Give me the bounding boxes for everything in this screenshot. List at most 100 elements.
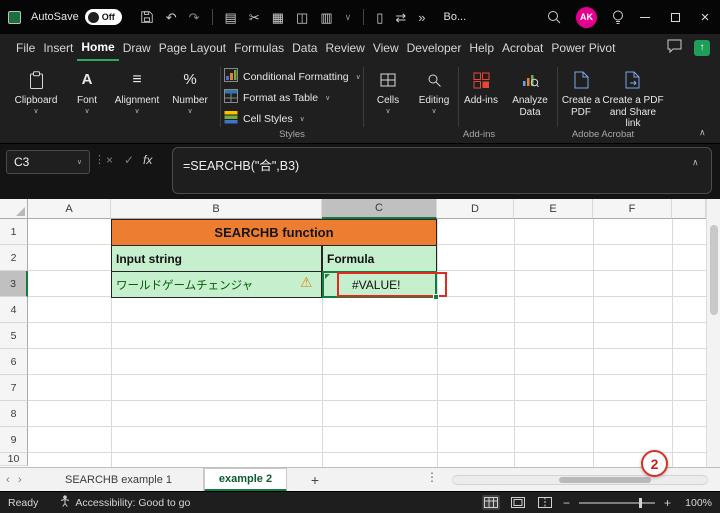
alignment-button[interactable]: ≡ Alignment ∨ <box>110 65 164 131</box>
column-header-F[interactable]: F <box>593 199 672 219</box>
sheet-tab-1[interactable]: SEARCHB example 1 <box>34 468 204 492</box>
cut-icon[interactable]: ✂ <box>249 11 260 24</box>
row-header-3[interactable]: 3 <box>0 271 28 297</box>
chevron-down-icon[interactable]: ∨ <box>345 12 352 22</box>
zoom-slider-thumb[interactable] <box>638 497 642 508</box>
create-pdf-button[interactable]: Create a PDF <box>559 65 603 131</box>
normal-view-button[interactable] <box>481 495 500 510</box>
accessibility-status[interactable]: Accessibility: Good to go <box>60 495 190 510</box>
minimize-button[interactable] <box>630 0 660 34</box>
sheet-nav-left-icon[interactable]: ‹ <box>6 468 10 492</box>
menu-power-pivot[interactable]: Power Pivot <box>547 34 619 61</box>
column-header-D[interactable]: D <box>437 199 514 219</box>
clipboard-button[interactable]: Clipboard ∨ <box>8 65 64 131</box>
row-header-10[interactable]: 10 <box>0 453 28 466</box>
column-header-B[interactable]: B <box>111 199 322 219</box>
number-button[interactable]: % Number ∨ <box>164 65 216 131</box>
menu-acrobat[interactable]: Acrobat <box>498 34 547 61</box>
zoom-out-button[interactable]: − <box>563 496 570 510</box>
enter-check-icon[interactable]: ✓ <box>124 153 134 167</box>
menu-developer[interactable]: Developer <box>403 34 466 61</box>
select-all-corner[interactable] <box>0 199 28 219</box>
add-sheet-button[interactable]: + <box>303 468 327 492</box>
cell-B3[interactable]: ワールドゲームチェンジャ <box>111 271 322 298</box>
row-header-7[interactable]: 7 <box>0 375 28 401</box>
image-icon[interactable]: ▦ <box>272 11 284 24</box>
cells-button[interactable]: Cells ∨ <box>366 65 410 131</box>
menu-file[interactable]: File <box>12 34 39 61</box>
zoom-in-button[interactable]: + <box>664 496 671 510</box>
menu-data[interactable]: Data <box>288 34 321 61</box>
menu-formulas[interactable]: Formulas <box>230 34 288 61</box>
overflow-chevron-icon[interactable]: » <box>418 11 425 24</box>
comment-icon[interactable] <box>667 39 682 56</box>
analyze-data-button[interactable]: Analyze Data <box>503 65 557 131</box>
cell-styles-button[interactable]: Cell Styles ∨ <box>224 108 362 129</box>
row-header-9[interactable]: 9 <box>0 427 28 453</box>
create-pdf-share-button[interactable]: Create a PDF and Share link <box>602 65 664 131</box>
vertical-scrollbar[interactable] <box>706 199 720 467</box>
error-warning-icon[interactable]: ⚠ <box>300 275 313 289</box>
tab-overflow-dots-icon[interactable]: ⋮ <box>426 470 438 484</box>
autosave-toggle[interactable]: Off <box>84 9 122 25</box>
switch-windows-icon[interactable]: ⇄ <box>395 11 406 24</box>
sheet-nav-right-icon[interactable]: › <box>18 468 22 492</box>
insert-function-button[interactable]: fx <box>143 153 152 167</box>
row-header-4[interactable]: 4 <box>0 297 28 323</box>
format-as-table-button[interactable]: Format as Table ∨ <box>224 87 362 108</box>
menu-draw[interactable]: Draw <box>119 34 155 61</box>
row-header-8[interactable]: 8 <box>0 401 28 427</box>
maximize-button[interactable] <box>660 0 690 34</box>
row-header-1[interactable]: 1 <box>0 219 28 245</box>
paste-icon[interactable]: ◫ <box>296 11 308 24</box>
column-header-C[interactable]: C <box>322 199 437 219</box>
cell-B2[interactable]: Input string <box>111 245 322 272</box>
document-title[interactable]: Bo... <box>444 11 467 23</box>
menu-page-layout[interactable]: Page Layout <box>155 34 230 61</box>
row-header-2[interactable]: 2 <box>0 245 28 271</box>
zoom-slider[interactable] <box>578 497 655 508</box>
sheet-tab-2-active[interactable]: example 2 <box>204 468 287 492</box>
avatar[interactable]: AK <box>576 6 597 28</box>
save-icon[interactable] <box>140 10 154 24</box>
table-icon[interactable]: ▥ <box>320 11 332 24</box>
close-button[interactable]: × <box>690 0 720 34</box>
lightbulb-icon[interactable] <box>612 10 624 25</box>
row-header-5[interactable]: 5 <box>0 323 28 349</box>
app-icon[interactable] <box>8 10 21 24</box>
page-break-view-button[interactable] <box>536 495 554 510</box>
conditional-formatting-icon <box>224 68 238 85</box>
cancel-icon[interactable]: × <box>106 153 113 167</box>
share-button[interactable]: ↑ <box>694 39 710 56</box>
horizontal-scrollbar[interactable] <box>452 475 708 485</box>
cell-B1-title[interactable]: SEARCHB function <box>111 219 437 246</box>
formula-input[interactable]: =SEARCHB("合",B3) ∨ <box>172 147 712 194</box>
document-icon[interactable]: ▯ <box>376 11 383 24</box>
column-header-partial[interactable] <box>672 199 706 219</box>
zoom-level-label[interactable]: 100% <box>680 497 712 509</box>
font-button[interactable]: A Font ∨ <box>64 65 110 131</box>
menu-view[interactable]: View <box>369 34 403 61</box>
collapse-formula-bar-icon[interactable]: ∨ <box>692 157 699 168</box>
fill-handle[interactable] <box>433 294 439 300</box>
row-header-6[interactable]: 6 <box>0 349 28 375</box>
search-icon[interactable] <box>547 10 561 24</box>
menu-review[interactable]: Review <box>321 34 368 61</box>
column-header-A[interactable]: A <box>28 199 111 219</box>
cell-C2[interactable]: Formula <box>322 245 437 272</box>
column-header-E[interactable]: E <box>514 199 593 219</box>
redo-icon[interactable]: ↷ <box>189 11 200 24</box>
collapse-ribbon-icon[interactable]: ∨ <box>699 127 706 138</box>
vertical-scrollbar-thumb[interactable] <box>710 225 718 315</box>
addins-button[interactable]: Add-ins <box>460 65 502 131</box>
conditional-formatting-button[interactable]: Conditional Formatting ∨ <box>224 66 362 87</box>
menu-home[interactable]: Home <box>77 34 119 61</box>
menu-help[interactable]: Help <box>465 34 498 61</box>
undo-icon[interactable]: ↶ <box>166 11 177 24</box>
editing-button[interactable]: Editing ∨ <box>411 65 457 131</box>
horizontal-scrollbar-thumb[interactable] <box>559 477 651 483</box>
name-box[interactable]: C3 ∨ <box>6 150 90 174</box>
book-icon[interactable]: ▤ <box>225 11 237 24</box>
menu-insert[interactable]: Insert <box>39 34 77 61</box>
page-layout-view-button[interactable] <box>509 495 527 510</box>
